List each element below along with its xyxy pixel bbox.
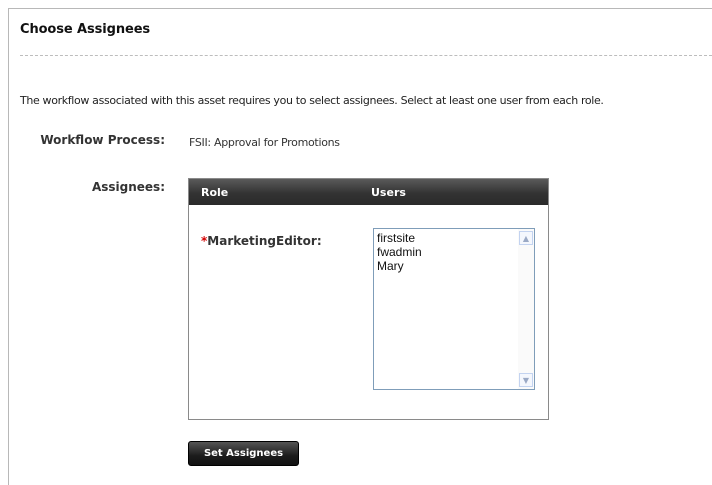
title-divider: [20, 55, 712, 56]
workflow-process-value: FSII: Approval for Promotions: [189, 136, 340, 149]
role-label-marketing-editor: *MarketingEditor:: [201, 234, 322, 248]
table-header: Role Users: [189, 179, 548, 205]
listbox-scrollbar[interactable]: ▲ ▼: [518, 229, 534, 389]
user-option-fwadmin[interactable]: fwadmin: [377, 245, 422, 259]
scroll-down-icon[interactable]: ▼: [519, 373, 533, 387]
user-option-mary[interactable]: Mary: [377, 259, 404, 273]
column-header-role: Role: [201, 186, 229, 199]
column-header-users: Users: [371, 186, 406, 199]
workflow-process-label: Workflow Process:: [40, 133, 165, 147]
user-option-firstsite[interactable]: firstsite: [377, 231, 415, 245]
intro-text: The workflow associated with this asset …: [20, 94, 604, 107]
role-name: MarketingEditor:: [207, 234, 322, 248]
assignees-label: Assignees:: [91, 180, 165, 194]
set-assignees-button[interactable]: Set Assignees: [188, 441, 299, 466]
page-title: Choose Assignees: [20, 22, 151, 37]
assignees-table: Role Users *MarketingEditor: firstsite f…: [188, 178, 549, 420]
scroll-up-icon[interactable]: ▲: [519, 231, 533, 245]
users-listbox[interactable]: firstsite fwadmin Mary ▲ ▼: [373, 228, 535, 390]
